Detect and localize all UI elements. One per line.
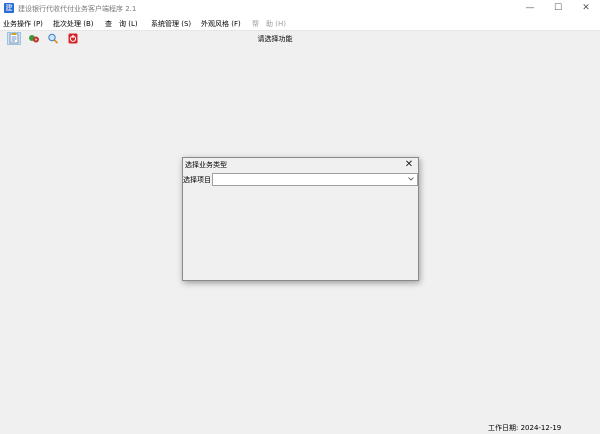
select-item-dropdown[interactable]: [212, 173, 418, 186]
title-bar: 建 建设银行代收代付业务客户端程序 2.1 — ☐ ✕: [0, 0, 600, 17]
menu-bar: 业务操作 (P) 批次处理 (B) 查 询 (L) 系统管理 (S) 外观风格 …: [0, 17, 600, 31]
chevron-down-icon: [408, 177, 414, 181]
menu-query[interactable]: 查 询 (L): [105, 19, 138, 29]
menu-appearance[interactable]: 外观风格 (F): [201, 19, 241, 29]
close-button[interactable]: ✕: [572, 0, 600, 17]
minimize-button[interactable]: —: [516, 0, 544, 17]
select-business-type-dialog: 选择业务类型 ✕ 选择项目: [182, 157, 419, 281]
window-title: 建设银行代收代付业务客户端程序 2.1: [18, 5, 137, 13]
dialog-title: 选择业务类型: [185, 161, 227, 169]
menu-business-ops[interactable]: 业务操作 (P): [3, 19, 43, 29]
dialog-close-icon[interactable]: ✕: [402, 158, 416, 171]
menu-help[interactable]: 帮 助 (H): [252, 19, 286, 29]
maximize-button[interactable]: ☐: [544, 0, 572, 17]
menu-system[interactable]: 系统管理 (S): [151, 19, 191, 29]
select-item-label: 选择项目: [183, 176, 211, 184]
work-date: 工作日期: 2024-12-19: [488, 424, 562, 432]
menu-batch[interactable]: 批次处理 (B): [53, 19, 94, 29]
app-icon: 建: [4, 3, 14, 13]
function-prompt: 请选择功能: [257, 35, 293, 43]
